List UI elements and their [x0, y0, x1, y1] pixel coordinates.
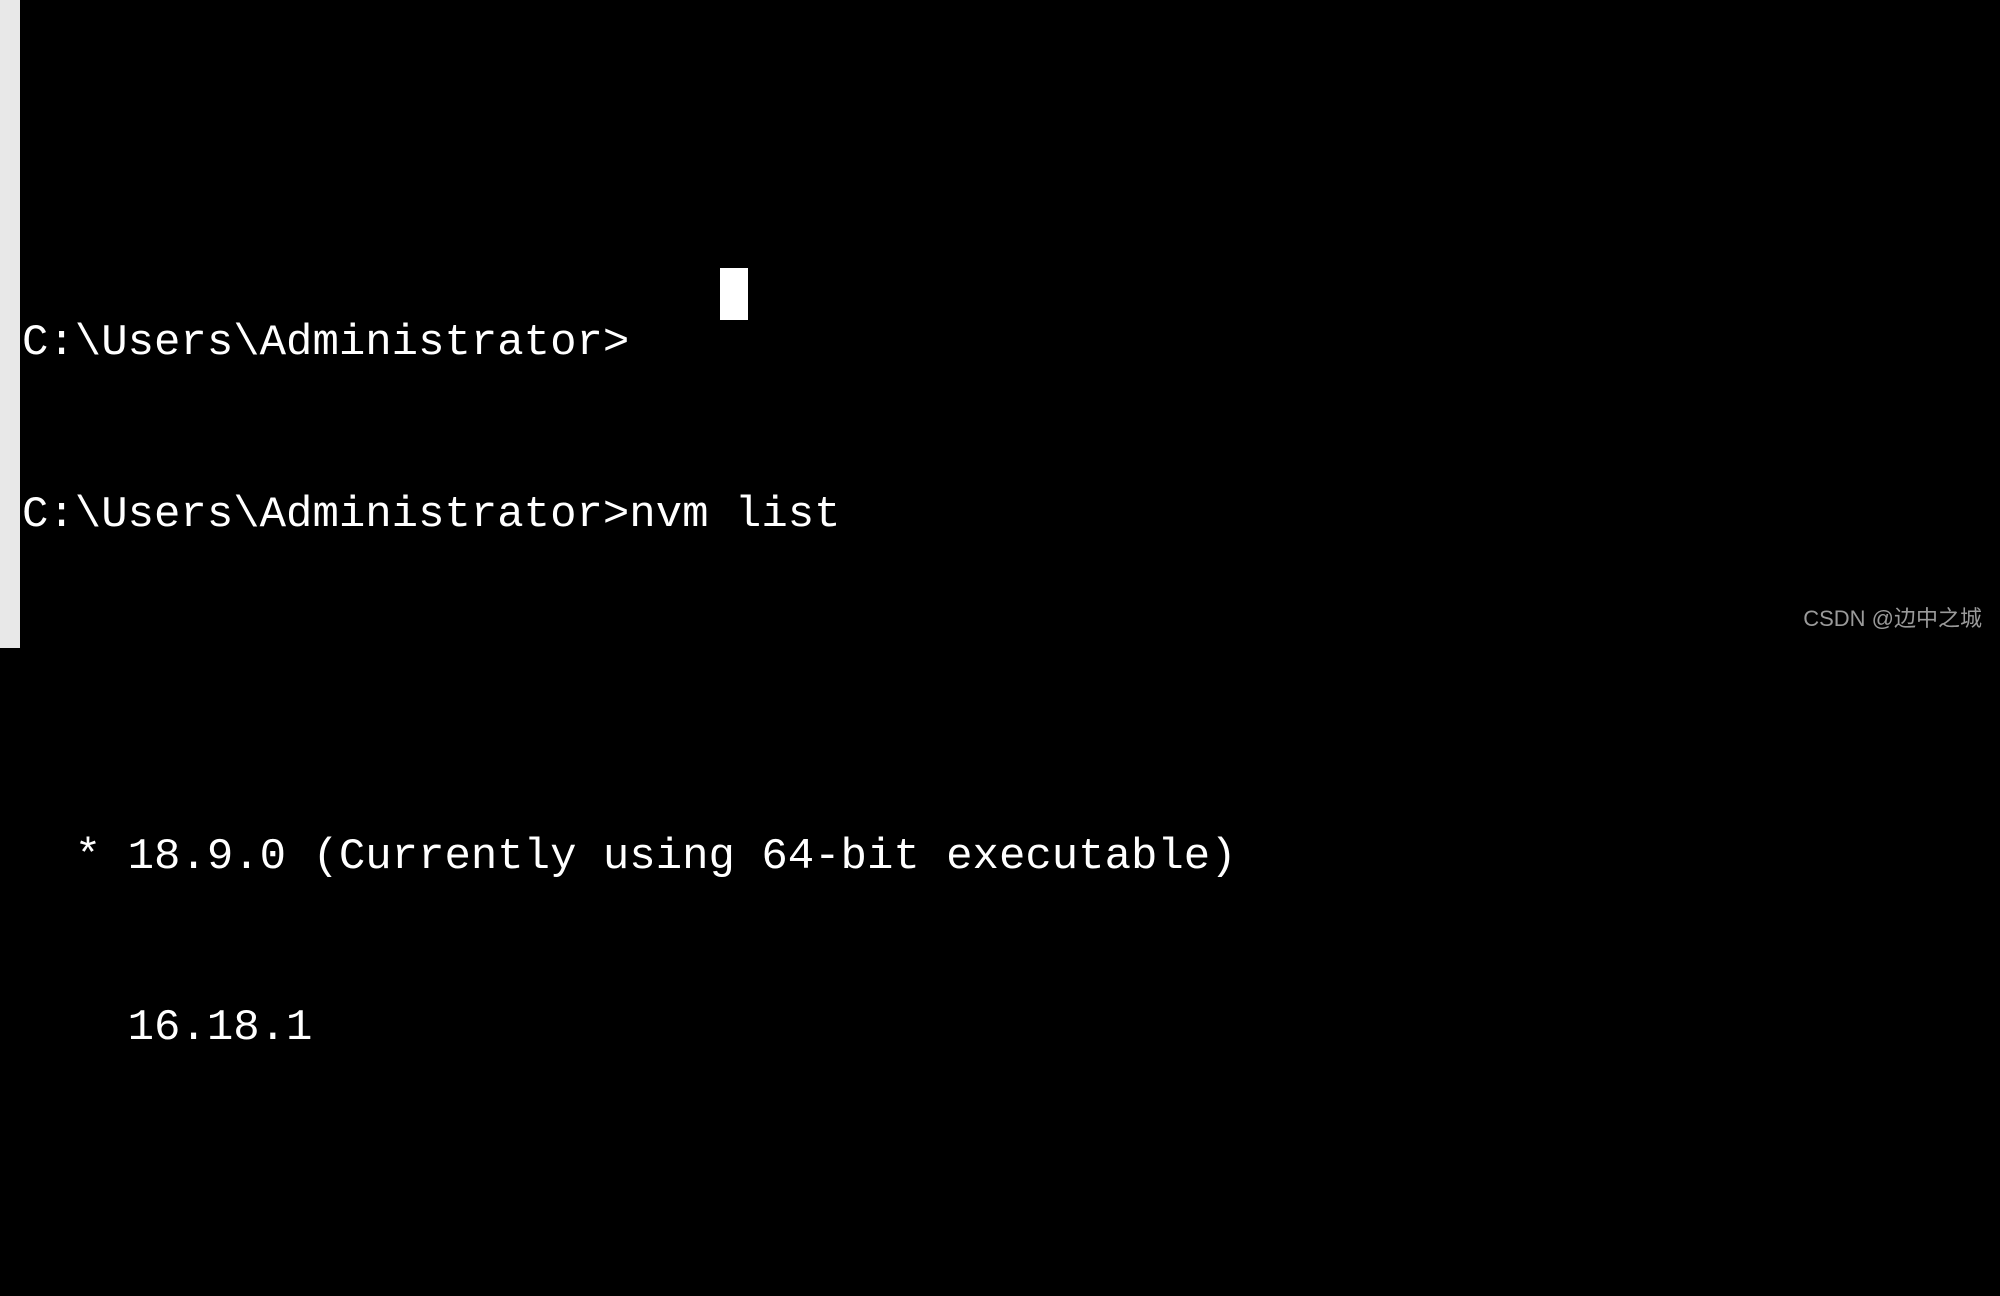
- terminal-blank-line: [20, 658, 2000, 714]
- terminal-line: C:\Users\Administrator>: [20, 315, 2000, 372]
- terminal-line: C:\Users\Administrator>nvm list: [20, 487, 2000, 544]
- terminal-line: 16.18.1: [20, 1000, 2000, 1057]
- terminal-cursor: [720, 268, 748, 320]
- terminal-line: * 18.9.0 (Currently using 64-bit executa…: [20, 829, 2000, 886]
- terminal-window[interactable]: C:\Users\Administrator> C:\Users\Adminis…: [20, 229, 2000, 1296]
- terminal-blank-line: [20, 1172, 2000, 1228]
- watermark-text: CSDN @边中之城: [1803, 605, 1982, 634]
